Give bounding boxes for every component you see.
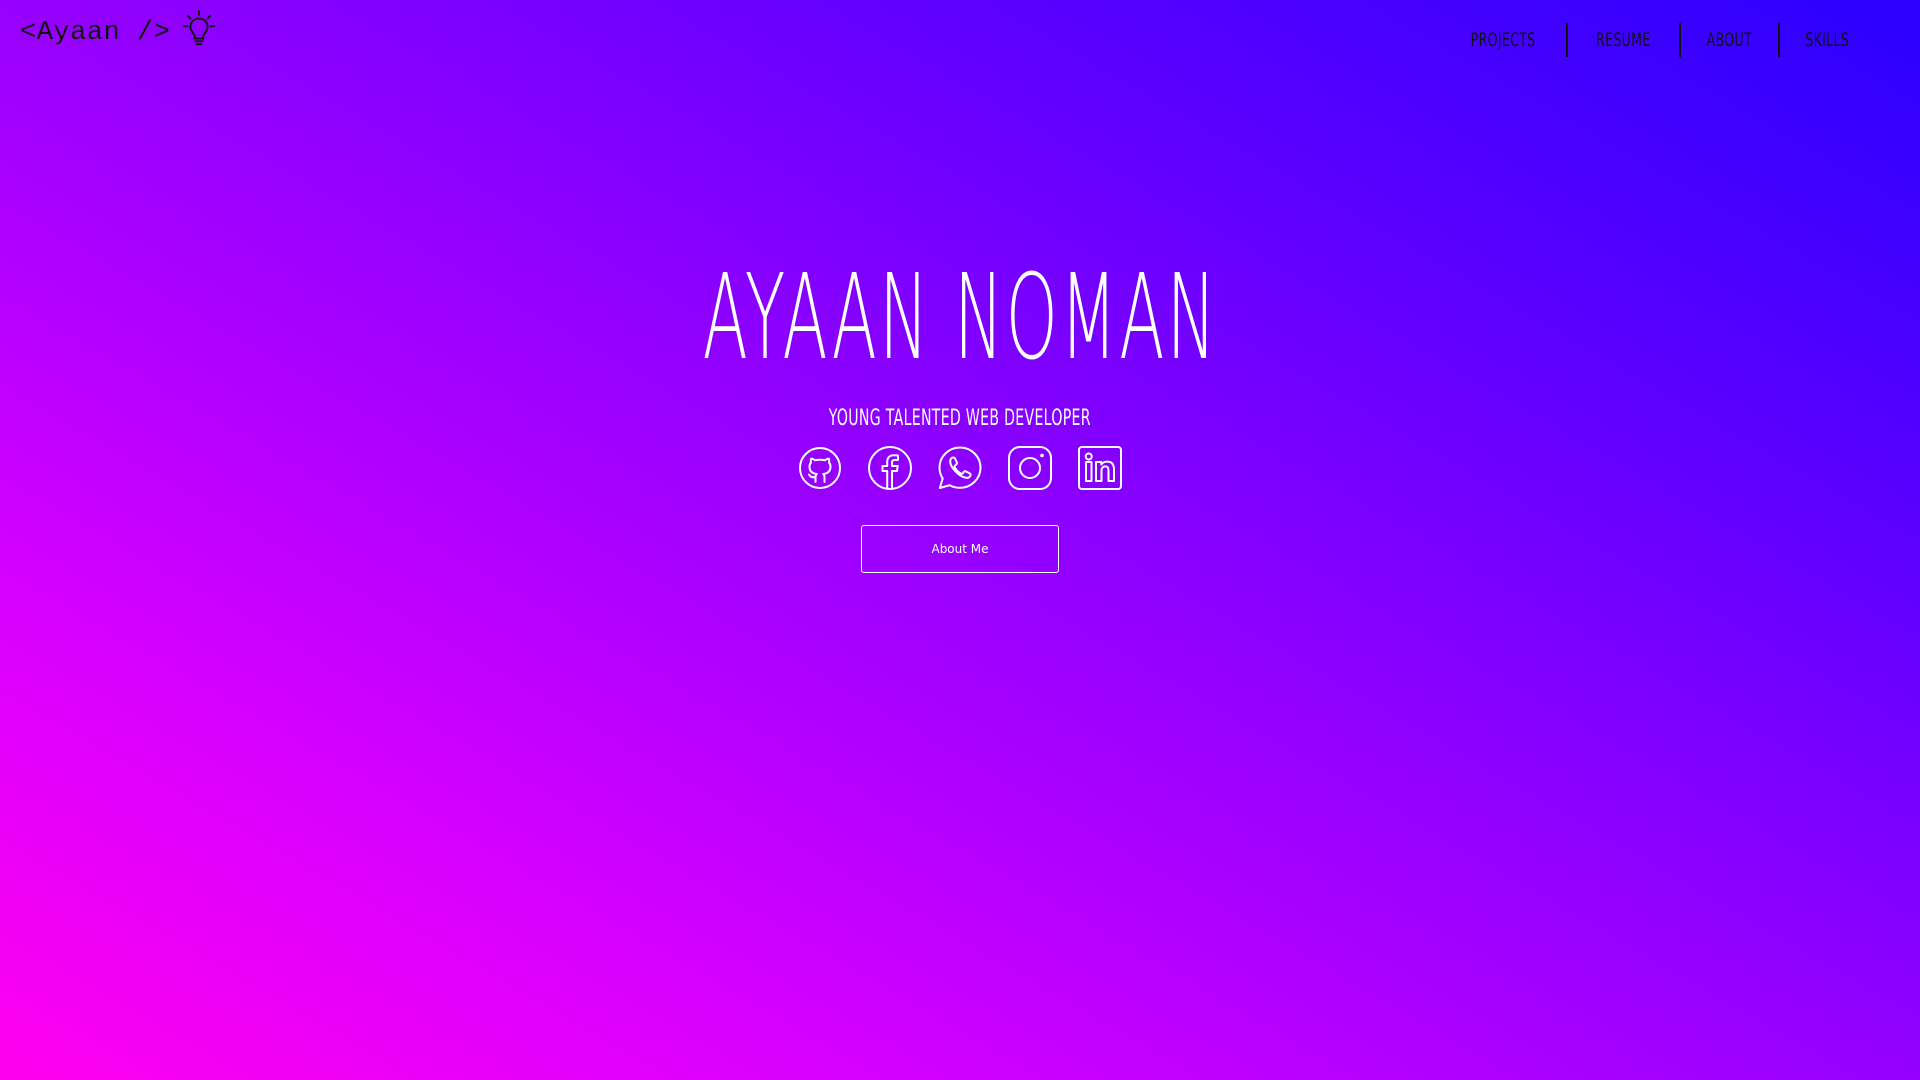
github-link[interactable]	[797, 447, 843, 493]
whatsapp-icon	[937, 445, 983, 495]
social-links	[0, 445, 1920, 495]
hero-subtitle: YOUNG TALENTED WEB DEVELOPER	[828, 406, 1092, 431]
nav-about[interactable]: About	[1681, 22, 1778, 58]
nav-skills[interactable]: Skills	[1780, 22, 1874, 58]
instagram-icon	[1007, 445, 1053, 495]
logo-text: <Ayaan />	[20, 17, 171, 48]
about-me-button[interactable]: About Me	[861, 525, 1059, 573]
site-logo[interactable]: <Ayaan />	[20, 10, 216, 48]
main-nav: Projects Resume About Skills	[1440, 22, 1874, 58]
nav-projects-label: Projects	[1470, 29, 1536, 51]
nav-resume-label: Resume	[1596, 29, 1651, 51]
whatsapp-link[interactable]	[937, 445, 983, 495]
nav-skills-label: Skills	[1804, 29, 1849, 51]
instagram-link[interactable]	[1007, 445, 1053, 495]
linkedin-icon	[1077, 445, 1123, 495]
hero-section: AYAAN NOMAN YOUNG TALENTED WEB DEVELOPER	[0, 258, 1920, 573]
nav-about-label: About	[1706, 29, 1752, 51]
linkedin-link[interactable]	[1077, 445, 1123, 495]
lightbulb-icon	[182, 10, 216, 48]
nav-resume[interactable]: Resume	[1568, 22, 1679, 58]
hero-name: AYAAN NOMAN	[702, 248, 1218, 386]
nav-projects[interactable]: Projects	[1440, 22, 1566, 58]
facebook-icon	[867, 445, 913, 495]
facebook-link[interactable]	[867, 445, 913, 495]
github-icon	[797, 445, 843, 495]
